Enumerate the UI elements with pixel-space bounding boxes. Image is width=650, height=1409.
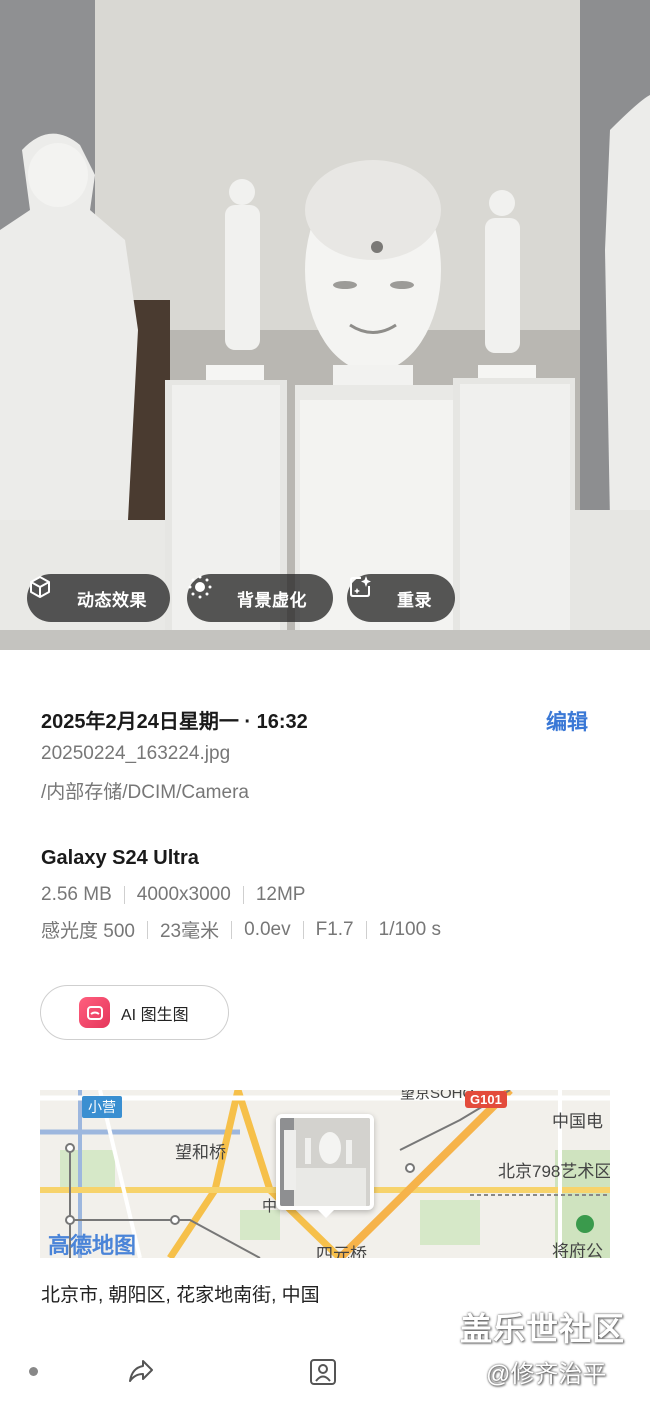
exposure-value: 0.0ev bbox=[244, 918, 291, 940]
map-pin-pointer bbox=[316, 1208, 336, 1218]
location-map[interactable]: 小营 望和桥 望京SOHO G101 中国电 北京798艺术区 将府公 四元桥 … bbox=[40, 1090, 610, 1258]
ai-remaster-label: 重录 bbox=[397, 590, 432, 610]
file-name: 20250224_163224.jpg bbox=[41, 743, 231, 764]
ai-remaster-icon bbox=[350, 576, 387, 611]
megapixels: 12MP bbox=[255, 884, 306, 905]
share-icon[interactable] bbox=[127, 1357, 155, 1390]
edit-button[interactable]: 编辑 bbox=[546, 706, 588, 736]
motion-effect-label: 动态效果 bbox=[77, 590, 147, 610]
aperture: F1.7 bbox=[315, 918, 354, 940]
map-label-siyuan: 四元桥 bbox=[316, 1245, 367, 1258]
ai-image-to-image-button[interactable]: AI 图生图 bbox=[40, 985, 229, 1040]
file-specs: 2.56 MB 4000x3000 12MP bbox=[41, 884, 305, 906]
divider bbox=[365, 920, 367, 939]
background-blur-button[interactable]: 背景虚化 bbox=[187, 574, 333, 622]
ai-image-to-image-label: AI 图生图 bbox=[121, 1006, 189, 1024]
map-label-jiangfu: 将府公 bbox=[552, 1242, 603, 1258]
file-size: 2.56 MB bbox=[41, 884, 112, 905]
watermark-community: 盖乐世社区 bbox=[460, 1311, 626, 1347]
map-brand-logo: 高德地图 bbox=[48, 1233, 137, 1258]
map-label-xiaoying: 小营 bbox=[82, 1096, 122, 1118]
map-label-798: 北京798艺术区 bbox=[498, 1162, 610, 1181]
map-label-zhong: 中 bbox=[262, 1198, 278, 1215]
watermark-author: @修齐治平 bbox=[486, 1361, 607, 1388]
file-path: /内部存储/DCIM/Camera bbox=[41, 782, 249, 803]
iso: 感光度 500 bbox=[41, 921, 135, 942]
photo-datetime: 2025年2月24日星期一 · 16:32 bbox=[41, 711, 308, 733]
map-label-zhongdian: 中国电 bbox=[552, 1112, 603, 1131]
map-label-wanghe: 望和桥 bbox=[175, 1143, 226, 1162]
divider bbox=[302, 920, 304, 939]
map-label-g101: G101 bbox=[465, 1091, 507, 1108]
background-blur-label: 背景虚化 bbox=[237, 590, 307, 610]
motion-effect-button[interactable]: 动态效果 bbox=[27, 574, 170, 622]
photo-viewer[interactable]: 动态效果 背景虚化 重录 bbox=[0, 0, 650, 650]
background-blur-icon bbox=[188, 575, 227, 611]
divider bbox=[231, 920, 233, 939]
focal-length: 23毫米 bbox=[159, 921, 220, 942]
page-indicator-dot bbox=[29, 1367, 38, 1376]
ai-app-icon bbox=[79, 997, 110, 1028]
location-address: 北京市, 朝阳区, 花家地南街, 中国 bbox=[41, 1285, 320, 1306]
device-model: Galaxy S24 Ultra bbox=[41, 847, 199, 869]
map-photo-thumbnail[interactable] bbox=[276, 1114, 374, 1210]
divider bbox=[123, 886, 125, 904]
photo-image bbox=[0, 0, 650, 650]
camera-specs: 感光度 500 23毫米 0.0ev F1.7 1/100 s bbox=[41, 916, 441, 943]
ai-remaster-button[interactable]: 重录 bbox=[347, 574, 455, 622]
map-label-soho: 望京SOHO bbox=[400, 1090, 475, 1102]
shutter-speed: 1/100 s bbox=[378, 918, 441, 940]
portrait-album-icon[interactable] bbox=[308, 1357, 338, 1392]
divider bbox=[242, 886, 244, 904]
resolution: 4000x3000 bbox=[136, 884, 231, 905]
divider bbox=[146, 920, 148, 939]
motion-effect-icon bbox=[30, 576, 67, 611]
